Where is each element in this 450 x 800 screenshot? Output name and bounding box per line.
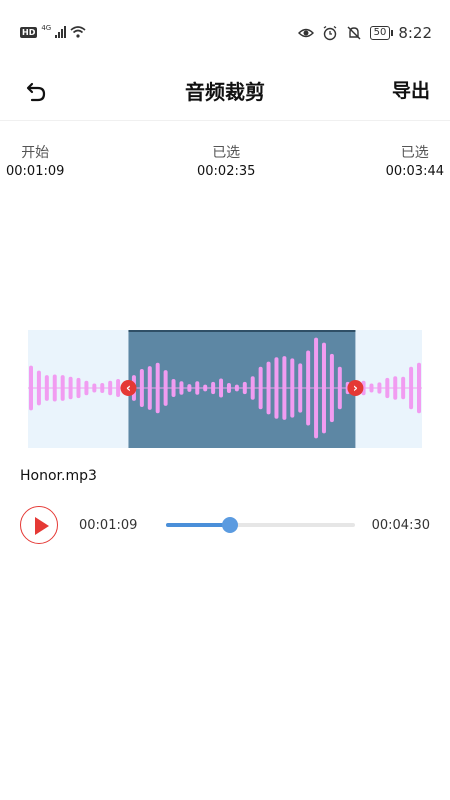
wave-bar [68,376,73,400]
wave-bar [116,379,121,397]
alarm-icon [323,25,336,41]
wave-bar [92,383,97,393]
file-name: Honor.mp3 [20,468,97,484]
wave-bar [60,375,65,401]
wave-bar [250,376,255,400]
end-time-block: 已选 00:03:44 [386,142,444,179]
selected-time-block: 已选 00:02:35 [197,142,255,179]
wave-bar [242,381,247,395]
page-title: 音频裁剪 [185,80,265,104]
wave-bar [29,365,33,411]
app-header: 音频裁剪 导出 [0,66,450,121]
signal-icon [55,26,67,38]
battery-icon: 50 [369,26,394,40]
wave-bar [290,358,295,418]
status-left: HD 4G [20,24,86,38]
selected-label: 已选 [212,145,241,161]
start-label: 开始 [21,145,50,161]
wave-bar [258,366,263,410]
progress-knob[interactable] [222,517,239,533]
wave-bar [274,357,279,419]
wave-bar [385,377,390,399]
wave-bar [179,381,184,395]
network-type: 4G [41,24,52,32]
wave-bar [314,337,319,439]
wave-bar [417,362,421,414]
wave-bar [393,376,398,400]
current-time: 00:01:09 [79,518,138,533]
wave-bar [147,366,152,410]
wave-bar [171,379,176,397]
wave-bar [234,384,239,392]
selection-top-edge [128,330,356,332]
wifi-icon [70,26,86,38]
left-trim-chevron-icon: ‹ [126,381,131,395]
wave-bar [409,366,414,410]
wave-bar [76,377,81,399]
right-trim-chevron-icon: › [353,381,358,395]
wave-bar [282,356,287,420]
eye-icon [297,28,314,38]
wave-bar [369,383,374,393]
hd-badge: HD [20,26,38,38]
wave-bar [298,363,303,413]
clock: 8:22 [398,24,432,42]
selection-region[interactable] [128,330,356,448]
progress-slider[interactable] [166,517,355,533]
wave-bar [203,384,208,392]
start-time: 00:01:09 [6,164,65,179]
wave-bar [266,361,271,415]
wave-bar [139,368,144,408]
end-label: 已选 [400,145,429,161]
wave-bar [52,374,57,402]
wave-bar [100,382,105,394]
status-right: 50 8:22 [297,24,432,42]
progress-fill [166,523,231,527]
wave-bar [108,380,113,396]
wave-bar [329,353,334,423]
wave-bar [163,370,168,406]
wave-bar [306,350,311,426]
wave-bar [211,381,216,395]
export-button[interactable]: 导出 [392,76,430,103]
wave-bar [195,381,200,395]
status-bar: HD 4G 50 8:22 [0,0,450,66]
wave-bar [401,376,406,400]
end-time: 00:03:44 [385,164,444,179]
wave-bar [219,378,224,398]
wave-bar [187,384,192,392]
wave-bar [337,366,342,410]
wave-bar [377,382,382,394]
waveform-graphic[interactable]: ‹ › [28,330,422,448]
wave-bar [321,342,326,434]
wave-bar [36,370,41,406]
selected-duration: 00:02:35 [197,164,256,179]
play-button[interactable] [20,506,58,544]
waveform-editor[interactable]: ‹ › [28,330,422,448]
start-time-block: 开始 00:01:09 [6,142,64,179]
wave-bar [84,380,89,396]
wave-bar [226,382,231,394]
mute-bell-icon [347,26,361,40]
wave-bar [155,362,160,414]
wave-bar [44,375,49,401]
total-time: 00:04:30 [371,518,430,533]
